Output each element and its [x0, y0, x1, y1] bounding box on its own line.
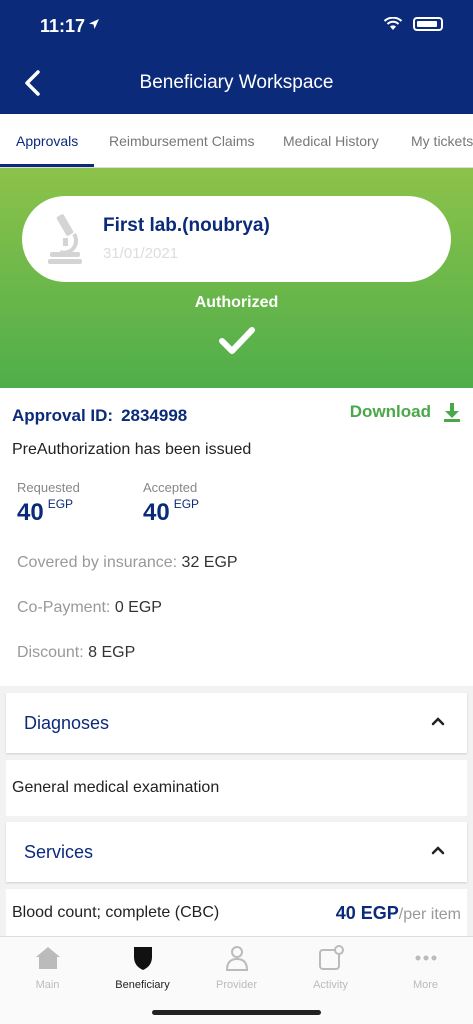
nav-provider-label: Provider [216, 979, 257, 991]
covered-label: Covered by insurance: [17, 554, 178, 571]
service-price-value: 40 EGP [335, 903, 399, 923]
doctor-icon [225, 946, 248, 971]
copay-row: Co-Payment: 0 EGP [17, 599, 162, 617]
diagnoses-header[interactable]: Diagnoses [6, 693, 467, 753]
approval-id-label: Approval ID: [12, 406, 114, 425]
services-header[interactable]: Services [6, 822, 467, 882]
checkmark-icon [219, 327, 255, 354]
diagnoses-title: Diagnoses [24, 713, 110, 733]
download-button[interactable]: Download [350, 402, 461, 422]
status-banner: First lab.(noubrya) 31/01/2021 Authorize… [0, 168, 473, 388]
requested-value: 40 [17, 499, 44, 526]
discount-value: 8 EGP [88, 644, 136, 661]
discount-label: Discount: [17, 644, 84, 661]
nav-activity[interactable]: Activity [283, 945, 378, 991]
shield-icon [133, 947, 152, 970]
copay-value: 0 EGP [114, 599, 162, 616]
service-price-unit: /per item [398, 906, 461, 923]
nav-beneficiary-label: Beneficiary [115, 979, 170, 991]
chevron-up-icon [431, 717, 445, 726]
nav-activity-label: Activity [313, 979, 348, 991]
discount-row: Discount: 8 EGP [17, 644, 135, 662]
requested-amount: Requested 40 EGP [17, 480, 80, 527]
provider-card: First lab.(noubrya) 31/01/2021 [22, 196, 451, 282]
status-indicators [383, 17, 443, 31]
service-price: 40 EGP/per item [336, 903, 461, 924]
approval-date: 31/01/2021 [103, 245, 179, 262]
download-label: Download [349, 402, 431, 421]
home-icon [35, 947, 60, 969]
tab-bar: Approvals Reimbursement Claims Medical H… [0, 114, 473, 168]
tab-approvals[interactable]: Approvals [16, 133, 78, 149]
nav-main[interactable]: Main [0, 945, 95, 991]
approval-id-value: 2834998 [121, 406, 188, 425]
requested-label: Requested [17, 480, 80, 495]
provider-name: First lab.(noubrya) [103, 215, 270, 236]
nav-beneficiary[interactable]: Beneficiary [95, 945, 190, 991]
diagnosis-text: General medical examination [12, 779, 220, 796]
accepted-amount: Accepted 40 EGP [143, 480, 199, 527]
accepted-value: 40 [143, 499, 170, 526]
approval-message: PreAuthorization has been issued [12, 441, 252, 458]
status-time: 11:17 [40, 16, 86, 36]
tab-reimbursement-claims[interactable]: Reimbursement Claims [109, 133, 254, 149]
services-title: Services [24, 842, 94, 862]
page-title: Beneficiary Workspace [139, 72, 334, 93]
nav-provider[interactable]: Provider [189, 945, 284, 991]
wifi-icon [383, 17, 403, 30]
accepted-label: Accepted [143, 480, 198, 495]
tab-medical-history[interactable]: Medical History [283, 133, 379, 149]
microscope-icon [48, 214, 82, 264]
battery-icon [413, 17, 443, 31]
app-header: 11:17 Beneficiary Workspace [0, 0, 473, 114]
diagnosis-item: General medical examination [6, 760, 467, 816]
home-indicator[interactable] [152, 1010, 321, 1015]
active-tab-indicator [0, 164, 94, 167]
more-icon [415, 955, 436, 961]
covered-value: 32 EGP [181, 554, 238, 571]
approval-id: Approval ID: 2834998 [12, 406, 187, 426]
nav-main-label: Main [35, 979, 60, 991]
location-icon [89, 19, 99, 29]
copay-label: Co-Payment: [17, 599, 111, 616]
download-icon [444, 403, 460, 422]
covered-row: Covered by insurance: 32 EGP [17, 554, 238, 572]
accepted-currency: EGP [173, 497, 200, 511]
service-name: Blood count; complete (CBC) [12, 904, 220, 921]
activity-icon [318, 945, 344, 970]
approval-status: Authorized [194, 294, 279, 311]
tab-my-tickets[interactable]: My tickets [411, 133, 473, 149]
requested-currency: EGP [47, 497, 74, 511]
service-item: Blood count; complete (CBC) 40 EGP/per i… [6, 889, 467, 937]
nav-more-label: More [412, 979, 439, 991]
nav-more[interactable]: More [378, 945, 473, 991]
chevron-up-icon [431, 846, 445, 855]
approval-details: Approval ID: 2834998 Download PreAuthoriz… [0, 388, 473, 686]
